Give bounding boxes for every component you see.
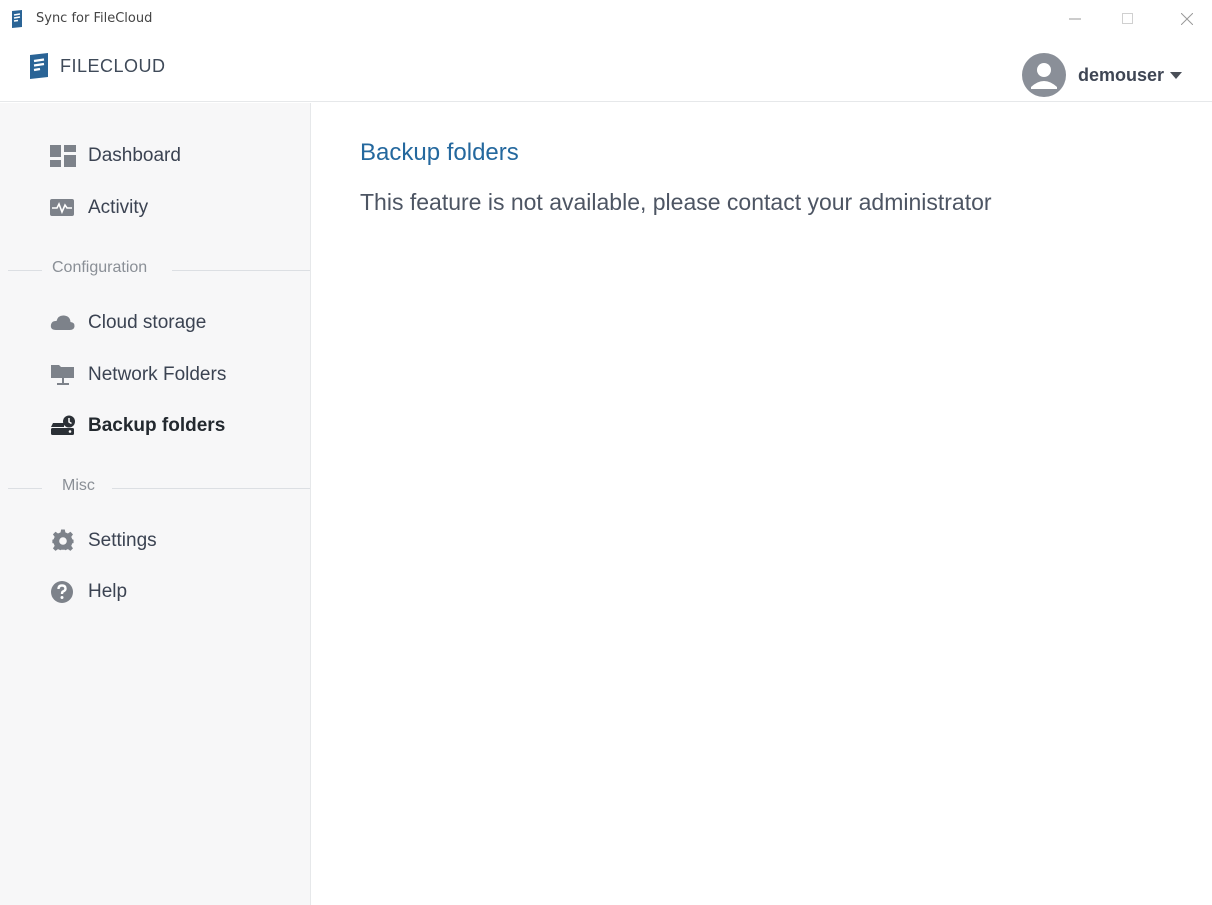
close-icon <box>1181 13 1193 25</box>
minimize-icon <box>1069 18 1081 20</box>
dashboard-icon <box>50 145 76 167</box>
divider <box>172 270 310 271</box>
network-folder-icon <box>50 364 76 386</box>
sidebar-item-label: Activity <box>88 197 149 218</box>
cloud-icon <box>50 312 76 334</box>
feature-unavailable-message: This feature is not available, please co… <box>360 189 992 215</box>
gear-icon <box>50 529 76 552</box>
sidebar-item-activity[interactable]: Activity <box>50 193 148 223</box>
sidebar: Dashboard Activity Configuration Cloud s… <box>0 103 311 905</box>
divider <box>112 488 310 489</box>
section-label: Configuration <box>46 259 154 277</box>
section-configuration: Configuration <box>8 259 310 279</box>
sidebar-item-label: Dashboard <box>88 145 181 166</box>
close-button[interactable] <box>1172 6 1202 32</box>
app-header: FILECLOUD demouser <box>0 40 1212 102</box>
sidebar-item-label: Cloud storage <box>88 312 207 333</box>
backup-icon <box>50 415 76 437</box>
sidebar-item-dashboard[interactable]: Dashboard <box>50 141 181 171</box>
user-menu[interactable]: demouser <box>1021 53 1182 97</box>
maximize-button[interactable] <box>1113 6 1143 32</box>
avatar <box>1021 53 1066 97</box>
chevron-down-icon <box>1170 71 1182 79</box>
filecloud-logo: FILECLOUD <box>28 53 166 79</box>
activity-icon <box>50 197 76 219</box>
user-icon <box>1030 63 1057 89</box>
main-content: Backup folders This feature is not avail… <box>312 103 1212 905</box>
minimize-button[interactable] <box>1060 6 1090 32</box>
section-label: Misc <box>56 477 101 495</box>
sidebar-item-backup-folders[interactable]: Backup folders <box>50 411 225 441</box>
section-misc: Misc <box>8 477 310 497</box>
sidebar-item-settings[interactable]: Settings <box>50 526 157 556</box>
window-titlebar: Sync for FileCloud <box>0 0 1212 40</box>
divider <box>8 270 42 271</box>
sidebar-item-network-folders[interactable]: Network Folders <box>50 360 226 390</box>
sidebar-item-label: Network Folders <box>88 364 227 385</box>
sidebar-item-label: Help <box>88 581 128 602</box>
sidebar-item-help[interactable]: Help <box>50 577 127 607</box>
sidebar-item-label: Backup folders <box>88 415 226 436</box>
filecloud-logo-icon <box>30 53 48 79</box>
filecloud-app-icon <box>12 10 22 28</box>
divider <box>8 488 42 489</box>
maximize-icon <box>1122 13 1133 24</box>
help-icon <box>50 581 76 603</box>
page-title: Backup folders <box>360 139 519 166</box>
logo-text: FILECLOUD <box>60 55 166 76</box>
sidebar-item-label: Settings <box>88 530 157 551</box>
user-name: demouser <box>1077 64 1164 85</box>
sidebar-item-cloud-storage[interactable]: Cloud storage <box>50 308 206 338</box>
window-title: Sync for FileCloud <box>36 11 153 26</box>
